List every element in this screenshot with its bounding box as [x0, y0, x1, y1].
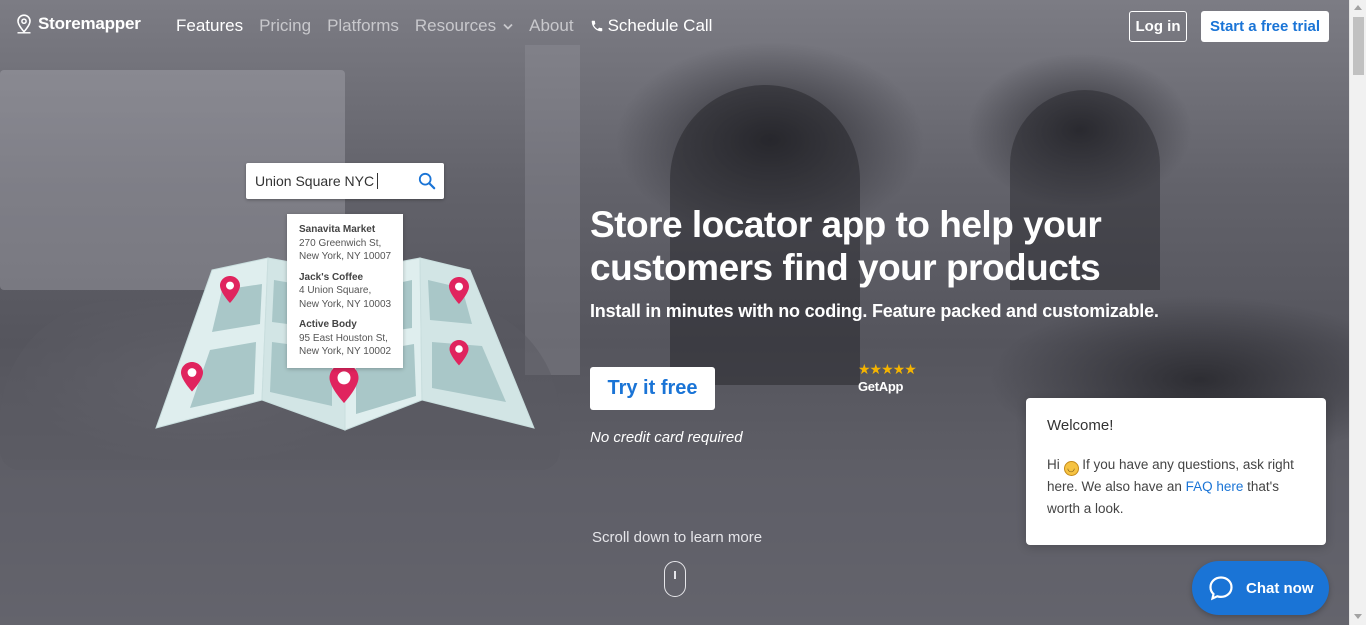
chat-greeting: Hi	[1047, 457, 1060, 472]
result-city: New York, NY 10002	[299, 346, 392, 357]
smile-emoji-icon: ◡	[1063, 461, 1079, 476]
schedule-call-label: Schedule Call	[607, 16, 713, 35]
phone-icon	[591, 20, 602, 32]
nav-link-pricing[interactable]: Pricing	[259, 16, 311, 36]
result-address: 4 Union Square,	[299, 285, 372, 296]
chat-now-button[interactable]: Chat now	[1192, 561, 1329, 615]
search-icon	[418, 172, 436, 190]
result-name: Jack's Coffee	[299, 271, 364, 283]
chat-bubble-icon	[1209, 576, 1233, 601]
nav-link-resources[interactable]: Resources	[415, 16, 513, 36]
chat-message: Hi ◡ If you have any questions, ask righ…	[1047, 454, 1306, 520]
scroll-thumb[interactable]	[1353, 17, 1364, 75]
getapp-logo: GetApp	[858, 379, 904, 394]
hero-subhead: Install in minutes with no coding. Featu…	[590, 301, 1159, 321]
nav-link-resources-label: Resources	[414, 16, 497, 35]
page-scrollbar[interactable]	[1349, 0, 1366, 625]
chat-now-label: Chat now	[1246, 579, 1314, 597]
nav-link-about[interactable]: About	[529, 16, 573, 36]
illustration-search-box: Union Square NYC	[246, 163, 444, 199]
chat-welcome-popup[interactable]: Welcome! Hi ◡ If you have any questions,…	[1026, 398, 1326, 545]
mouse-wheel	[674, 571, 676, 579]
result-address: 270 Greenwich St,	[299, 237, 382, 249]
faq-link[interactable]: FAQ here	[1186, 479, 1244, 494]
illustration-results-list: Sanavita Market 270 Greenwich St, New Yo…	[287, 214, 403, 368]
scroll-mouse-icon[interactable]	[664, 561, 686, 597]
start-trial-button[interactable]: Start a free trial	[1201, 11, 1329, 42]
nav-link-platforms[interactable]: Platforms	[327, 16, 399, 36]
logo[interactable]: Storemapper	[15, 14, 141, 34]
result-item: Jack's Coffee 4 Union Square, New York, …	[299, 271, 395, 312]
result-name: Active Body	[299, 319, 357, 330]
nav-link-features[interactable]: Features	[176, 16, 243, 36]
logo-text: Storemapper	[38, 14, 141, 33]
getapp-rating[interactable]: ★★★★★ GetApp	[858, 361, 917, 394]
result-item: Active Body 95 East Houston St, New York…	[299, 318, 395, 359]
nav-links: Features Pricing Platforms Resources Abo…	[176, 16, 728, 36]
schedule-call-link[interactable]: Schedule Call	[590, 16, 713, 36]
result-city: New York, NY 10007	[299, 251, 392, 262]
login-button[interactable]: Log in	[1129, 11, 1187, 42]
text-caret	[377, 173, 379, 189]
star-rating-icon: ★★★★★	[858, 361, 917, 377]
result-address: 95 East Houston St,	[299, 332, 388, 344]
scroll-up-arrow-icon[interactable]	[1354, 5, 1362, 10]
hero-headline: Store locator app to help your customers…	[590, 204, 1102, 288]
top-nav: Storemapper Features Pricing Platforms R…	[0, 0, 1349, 52]
result-name: Sanavita Market	[299, 224, 376, 235]
chat-title: Welcome!	[1047, 417, 1114, 434]
scroll-hint: Scroll down to learn more	[592, 529, 763, 546]
try-it-free-button[interactable]: Try it free	[590, 367, 715, 410]
scroll-down-arrow-icon[interactable]	[1354, 614, 1362, 619]
illustration-search-value: Union Square NYC	[255, 173, 375, 189]
result-item: Sanavita Market 270 Greenwich St, New Yo…	[299, 223, 395, 264]
result-city: New York, NY 10003	[299, 298, 392, 310]
store-locator-illustration: Union Square NYC Sanavita Market 270 Gre…	[150, 160, 540, 440]
no-credit-card-note: No credit card required	[590, 429, 743, 446]
chevron-down-icon	[503, 23, 513, 30]
map-pin-icon	[17, 14, 31, 34]
